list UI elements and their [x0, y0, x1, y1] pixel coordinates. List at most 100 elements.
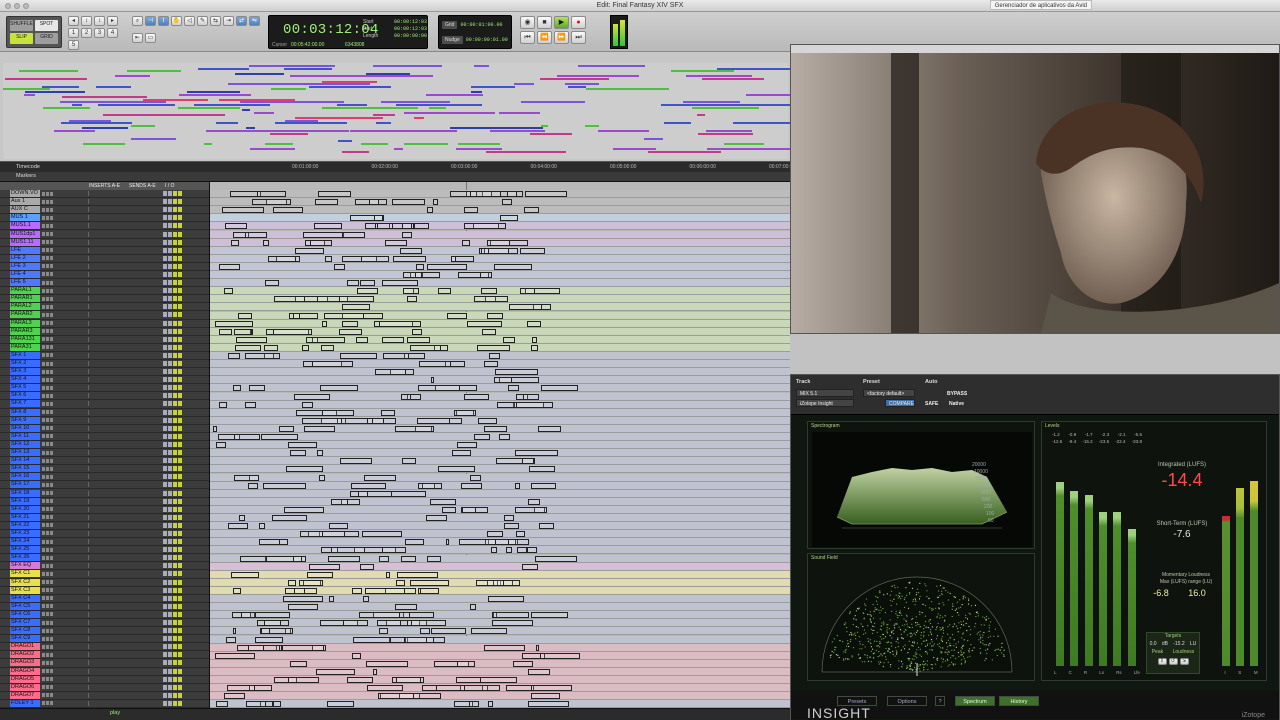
track-buttons[interactable] [42, 296, 53, 301]
solo-icon[interactable] [46, 264, 49, 269]
insert-slot[interactable] [88, 676, 118, 682]
input-selector[interactable] [163, 587, 167, 593]
input-selector[interactable] [163, 652, 167, 658]
track-row[interactable]: SFX C1 [0, 570, 209, 579]
output-selector[interactable] [168, 684, 172, 690]
output-selector[interactable] [168, 199, 172, 205]
audio-clip[interactable] [271, 515, 307, 521]
record-enable-icon[interactable] [42, 410, 45, 415]
track-name[interactable]: PARA31 [10, 343, 40, 351]
audio-clip[interactable] [228, 523, 248, 530]
play-button[interactable]: ▶ [554, 16, 569, 29]
track-io[interactable] [163, 514, 182, 520]
track-name[interactable]: SFX 3 [10, 368, 40, 376]
track-lane[interactable] [210, 546, 790, 555]
audio-clip[interactable] [402, 288, 419, 295]
insert-slot[interactable] [88, 514, 118, 520]
solo-icon[interactable] [46, 580, 49, 585]
output-selector[interactable] [168, 603, 172, 609]
track-lane[interactable] [210, 327, 790, 336]
rewind-button[interactable]: ⏪ [537, 31, 552, 44]
track-io[interactable] [163, 255, 182, 261]
input-selector[interactable] [163, 393, 167, 399]
track-name[interactable]: AUX C [10, 206, 40, 214]
output-selector[interactable] [168, 441, 172, 447]
audio-clip[interactable] [380, 409, 396, 416]
input-selector[interactable] [163, 595, 167, 601]
track-io[interactable] [163, 571, 182, 577]
track-row[interactable]: SFX 9 [0, 416, 209, 425]
mute-icon[interactable] [50, 377, 53, 382]
audio-clip[interactable] [225, 223, 247, 230]
zoom-in-button[interactable]: ▸ [107, 16, 118, 26]
preset-selector[interactable]: <factory default> [863, 389, 915, 397]
record-enable-icon[interactable] [42, 321, 45, 326]
audio-clip[interactable] [289, 450, 307, 457]
record-enable-icon[interactable] [42, 296, 45, 301]
track-row[interactable]: SFX 8 [0, 408, 209, 417]
track-io[interactable] [163, 223, 182, 229]
track-lane[interactable] [210, 554, 790, 563]
mute-icon[interactable] [50, 385, 53, 390]
mute-icon[interactable] [50, 580, 53, 585]
audio-clip[interactable] [252, 199, 292, 206]
track-row[interactable]: SFX C2 [0, 578, 209, 587]
output-selector[interactable] [168, 700, 172, 706]
mute-icon[interactable] [50, 523, 53, 528]
export-icon[interactable]: ⇲ [1179, 658, 1189, 665]
solo-icon[interactable] [46, 701, 49, 706]
audio-clip[interactable] [259, 539, 281, 546]
output-selector[interactable] [168, 352, 172, 358]
track-lane[interactable] [210, 684, 790, 693]
input-selector[interactable] [163, 603, 167, 609]
insert-slot[interactable] [88, 296, 118, 302]
mute-icon[interactable] [50, 304, 53, 309]
record-enable-icon[interactable] [42, 248, 45, 253]
insert-slot[interactable] [88, 482, 118, 488]
track-lane[interactable] [210, 254, 790, 263]
track-io[interactable] [163, 320, 182, 326]
track-row[interactable]: PARAR1 [0, 295, 209, 304]
audio-clip[interactable] [245, 231, 268, 238]
audio-clip[interactable] [341, 304, 370, 311]
audio-clip[interactable] [426, 555, 442, 562]
track-io[interactable] [163, 385, 182, 391]
audio-clip[interactable] [233, 434, 260, 440]
output-selector[interactable] [168, 587, 172, 593]
audio-clip[interactable] [358, 612, 400, 619]
track-io[interactable] [163, 506, 182, 512]
mute-icon[interactable] [50, 660, 53, 665]
input-selector[interactable] [163, 522, 167, 528]
output-selector[interactable] [168, 498, 172, 504]
audio-clip[interactable] [470, 604, 476, 611]
audio-clip[interactable] [475, 579, 505, 586]
audio-clip[interactable] [293, 587, 306, 594]
mute-icon[interactable] [50, 628, 53, 633]
track-buttons[interactable] [42, 499, 53, 504]
grid-button[interactable]: Grid [442, 21, 458, 29]
spectrum-button[interactable]: Spectrum [955, 696, 995, 706]
track-row[interactable]: SFX 7 [0, 400, 209, 409]
solo-icon[interactable] [46, 612, 49, 617]
audio-clip[interactable] [256, 191, 286, 197]
track-row[interactable]: SFX C4 [0, 594, 209, 603]
track-io[interactable] [163, 191, 182, 197]
track-buttons[interactable] [42, 418, 53, 423]
track-io[interactable] [163, 239, 182, 245]
audio-clip[interactable] [462, 506, 477, 513]
audio-clip[interactable] [520, 247, 546, 254]
output-selector[interactable] [168, 668, 172, 674]
track-row[interactable]: LFE 4 [0, 270, 209, 280]
audio-clip[interactable] [324, 255, 332, 262]
insert-slot[interactable] [88, 401, 118, 407]
track-lane[interactable] [210, 692, 790, 701]
mute-icon[interactable] [50, 652, 53, 657]
target-peak[interactable]: Peak [1152, 649, 1163, 655]
track-io[interactable] [163, 692, 182, 698]
track-lane[interactable] [210, 481, 790, 490]
track-buttons[interactable] [42, 580, 53, 585]
audio-clip[interactable] [410, 344, 441, 351]
mute-icon[interactable] [50, 507, 53, 512]
track-io[interactable] [163, 490, 182, 496]
universe-overview[interactable] [0, 52, 790, 162]
